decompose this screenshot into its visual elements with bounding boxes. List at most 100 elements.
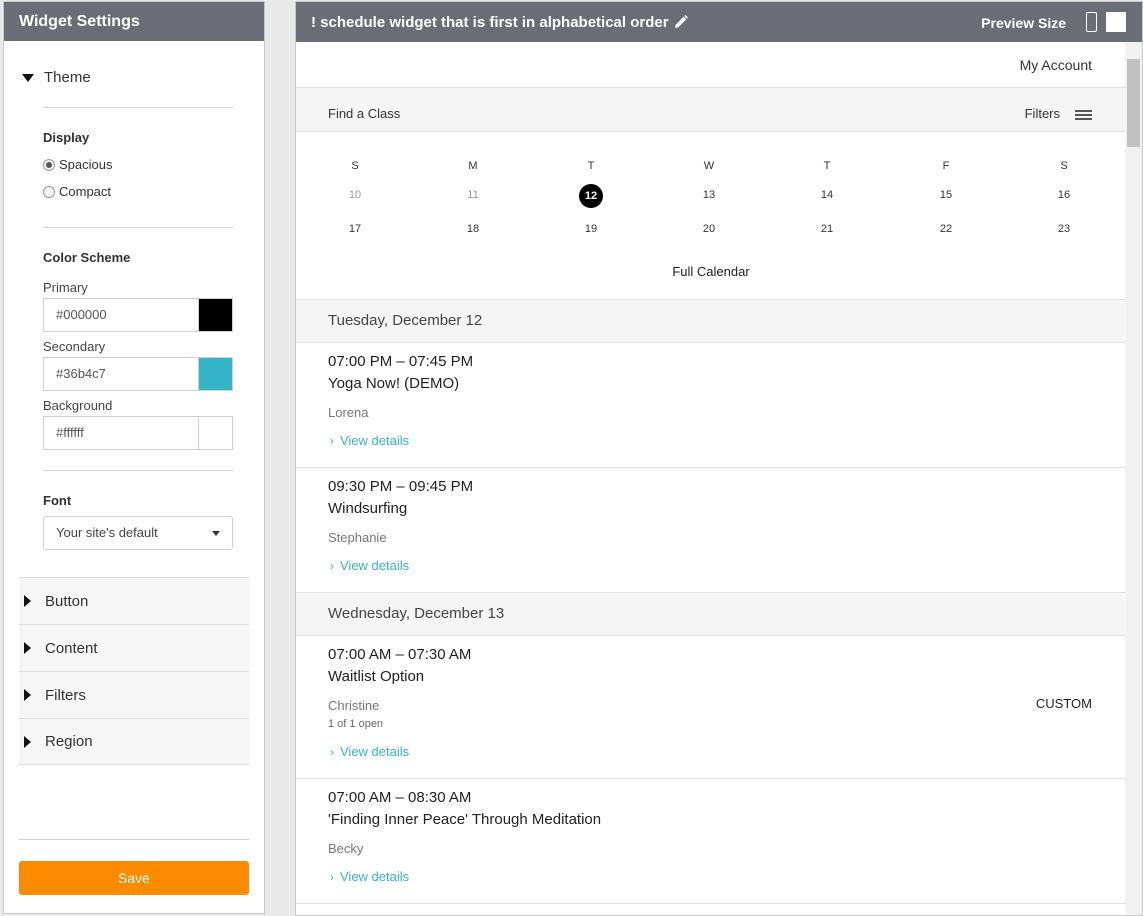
calendar-day[interactable]: 15	[926, 189, 966, 201]
session-staff: Christine	[328, 698, 380, 713]
preview-panel: ! schedule widget that is first in alpha…	[295, 1, 1143, 916]
edit-pencil-icon[interactable]	[673, 14, 689, 30]
weekday-label: S	[351, 160, 359, 172]
session-staff: Stephanie	[328, 530, 387, 545]
weekday-label: W	[703, 160, 715, 172]
section-button[interactable]: Button	[19, 577, 249, 624]
section-label: Region	[45, 733, 93, 750]
widget-title: ! schedule widget that is first in alpha…	[311, 13, 669, 31]
primary-color-swatch[interactable]	[199, 299, 232, 331]
chevron-right-icon: ›	[330, 870, 334, 884]
background-color-swatch[interactable]	[199, 417, 232, 449]
weekday-label: T	[587, 160, 595, 172]
date-heading: Tuesday, December 12	[296, 299, 1126, 343]
view-details-label: View details	[340, 744, 410, 759]
mobile-preview-icon[interactable]	[1086, 12, 1097, 32]
calendar-day-today[interactable]: 12	[571, 184, 611, 208]
calendar-day[interactable]: 21	[807, 223, 847, 235]
background-color-field[interactable]: #ffffff	[43, 416, 233, 450]
display-option-compact[interactable]: Compact	[43, 184, 111, 199]
color-scheme-label: Color Scheme	[43, 250, 131, 265]
calendar-day[interactable]: 23	[1044, 223, 1084, 235]
caret-right-icon	[24, 642, 31, 654]
custom-badge: CUSTOM	[1035, 696, 1092, 711]
view-details-link[interactable]: › View details	[330, 744, 409, 759]
divider	[43, 227, 233, 228]
session-time: 07:00 AM – 08:30 AM	[328, 789, 472, 806]
calendar-day[interactable]: 14	[807, 189, 847, 201]
weekday-label: M	[468, 160, 478, 172]
radio-selected-icon[interactable]	[43, 158, 55, 171]
section-content[interactable]: Content	[19, 624, 249, 671]
section-label: Content	[45, 639, 98, 657]
display-label: Display	[43, 130, 90, 145]
radio-label: Spacious	[59, 157, 113, 172]
display-option-spacious[interactable]: Spacious	[43, 157, 112, 172]
primary-color-input[interactable]: #000000	[44, 299, 199, 331]
view-details-label: View details	[340, 869, 410, 884]
theme-section-toggle[interactable]: Theme	[22, 69, 91, 86]
today-marker[interactable]: 12	[579, 184, 603, 208]
weekday-label: T	[823, 160, 831, 172]
secondary-color-input[interactable]: #36b4c7	[44, 358, 199, 390]
chevron-right-icon: ›	[330, 745, 334, 759]
session-staff: Lorena	[328, 405, 369, 420]
theme-label: Theme	[44, 69, 91, 86]
section-region[interactable]: Region	[19, 718, 249, 765]
filters-button[interactable]: Filters	[1025, 106, 1060, 121]
calendar-day[interactable]: 18	[453, 223, 493, 235]
account-bar: My Account	[296, 42, 1126, 88]
chevron-right-icon: ›	[330, 559, 334, 573]
session-staff: Becky	[328, 841, 364, 856]
calendar-day[interactable]: 17	[335, 223, 375, 235]
session-item: 09:30 PM – 09:45 PM Windsurfing Stephani…	[296, 468, 1126, 593]
scrollbar-thumb[interactable]	[1127, 59, 1140, 147]
widget-settings-title: Widget Settings	[4, 2, 264, 41]
session-name[interactable]: Yoga Now! (DEMO)	[328, 375, 459, 392]
view-details-link[interactable]: › View details	[330, 558, 409, 573]
secondary-color-label: Secondary	[43, 339, 106, 354]
font-select-value: Your site's default	[56, 525, 158, 540]
view-details-link[interactable]: › View details	[330, 433, 409, 448]
desktop-preview-icon[interactable]	[1106, 12, 1126, 32]
full-calendar-link[interactable]: Full Calendar	[296, 264, 1126, 279]
background-color-label: Background	[43, 398, 113, 413]
widget-settings-panel: Widget Settings Theme Display Spacious C…	[3, 1, 265, 914]
divider	[43, 470, 233, 471]
session-time: 07:00 PM – 07:45 PM	[328, 353, 474, 370]
caret-right-icon	[24, 595, 31, 607]
font-select[interactable]: Your site's default	[43, 516, 233, 550]
weekday-label: F	[942, 160, 950, 172]
radio-unselected-icon[interactable]	[43, 185, 55, 198]
session-availability: 1 of 1 open	[328, 718, 384, 730]
view-details-link[interactable]: › View details	[330, 869, 409, 884]
weekday-label: S	[1060, 160, 1068, 172]
session-name[interactable]: Waitlist Option	[328, 668, 424, 685]
scrollbar[interactable]	[1125, 42, 1142, 915]
calendar-day[interactable]: 22	[926, 223, 966, 235]
chevron-right-icon: ›	[330, 434, 334, 448]
divider	[19, 839, 249, 840]
calendar-day[interactable]: 16	[1044, 189, 1084, 201]
calendar-day[interactable]: 13	[689, 189, 729, 201]
section-filters[interactable]: Filters	[19, 671, 249, 718]
background-color-input[interactable]: #ffffff	[44, 417, 199, 449]
session-name[interactable]: 'Finding Inner Peace' Through Meditation	[328, 811, 601, 828]
secondary-color-swatch[interactable]	[199, 358, 232, 390]
divider	[43, 107, 233, 108]
session-item: 07:00 AM – 07:30 AM Waitlist Option Chri…	[296, 636, 1126, 779]
preview-header: ! schedule widget that is first in alpha…	[296, 2, 1142, 42]
session-name[interactable]: Windsurfing	[328, 500, 407, 517]
secondary-color-field[interactable]: #36b4c7	[43, 357, 233, 391]
primary-color-field[interactable]: #000000	[43, 298, 233, 332]
find-class-bar: Find a Class Filters	[296, 88, 1126, 132]
calendar-day[interactable]: 19	[571, 223, 611, 235]
calendar-day[interactable]: 20	[689, 223, 729, 235]
save-button[interactable]: Save	[19, 861, 249, 895]
session-time: 09:30 PM – 09:45 PM	[328, 478, 474, 495]
my-account-link[interactable]: My Account	[1020, 57, 1092, 73]
section-label: Filters	[45, 686, 86, 704]
filters-menu-icon[interactable]	[1075, 110, 1092, 122]
font-label: Font	[43, 493, 72, 508]
caret-right-icon	[24, 689, 31, 701]
